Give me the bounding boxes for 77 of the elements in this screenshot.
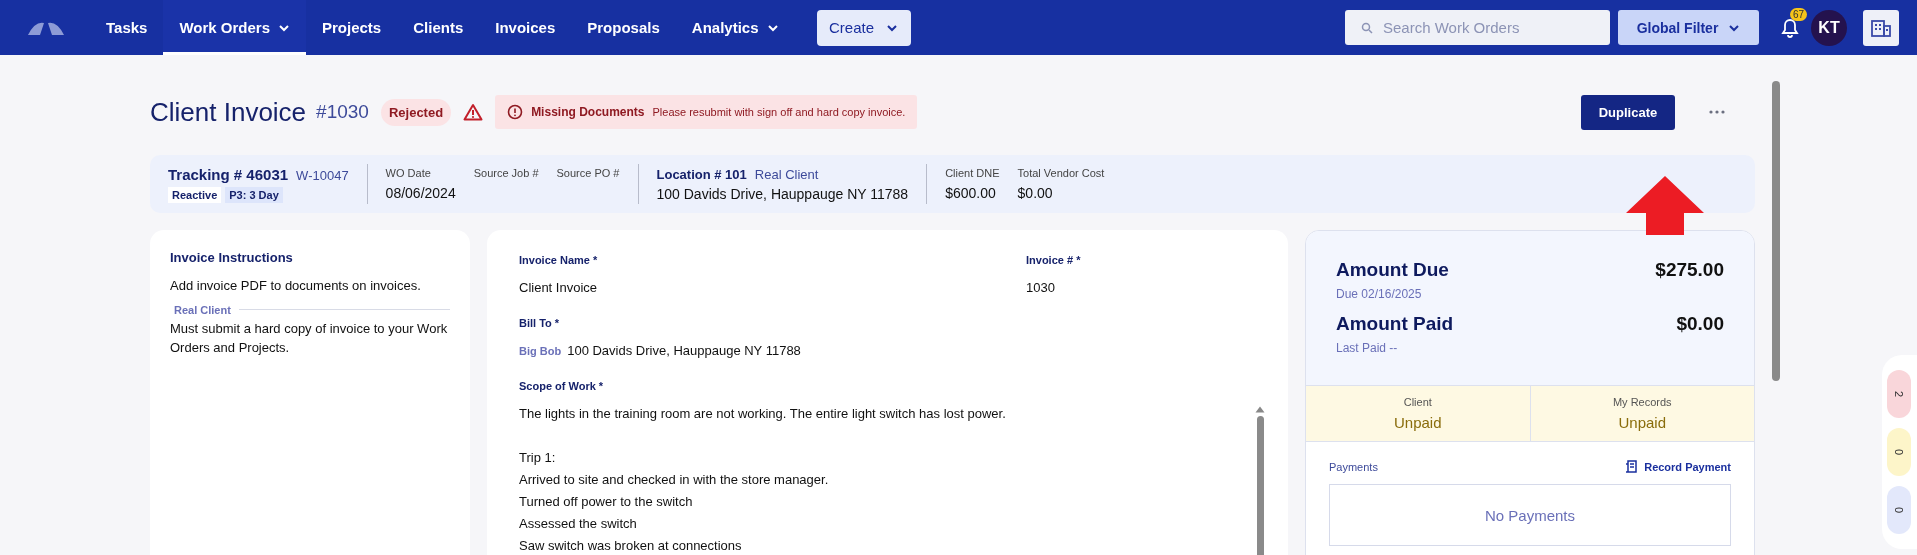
client-link[interactable]: Real Client xyxy=(754,166,819,182)
alert-title: Missing Documents xyxy=(531,105,645,119)
field-label: Source Job # xyxy=(473,167,539,179)
bell-icon xyxy=(1781,17,1799,38)
create-button[interactable]: Create xyxy=(816,9,911,46)
amount-value: $0.00 xyxy=(1676,313,1724,335)
field-value: $0.00 xyxy=(1017,185,1054,201)
status-badge: Rejected xyxy=(380,98,452,126)
status-label: Client xyxy=(1403,396,1432,408)
notification-count: 67 xyxy=(1790,7,1808,21)
tag: P3: 3 Day xyxy=(225,186,283,203)
field-label: Invoice Name * xyxy=(519,254,599,266)
duplicate-button[interactable]: Duplicate xyxy=(1581,94,1675,130)
instruction-text: Add invoice PDF to documents on invoices. xyxy=(170,277,422,295)
global-filter-button[interactable]: Global Filter xyxy=(1618,10,1759,45)
amount-label: Amount Paid xyxy=(1336,313,1454,335)
scope-line: Turned off power to the switch xyxy=(519,494,694,511)
card-title: Invoice Instructions xyxy=(170,250,294,265)
field-value: Client Invoice xyxy=(519,280,599,295)
receipt-icon xyxy=(1625,460,1640,474)
client-label: Real Client xyxy=(174,303,231,316)
warning-icon xyxy=(463,103,484,121)
page-title: Client Invoice xyxy=(150,96,307,128)
scope-line: Arrived to site and checked in with the store manager. xyxy=(519,472,830,489)
chevron-icon xyxy=(1728,23,1741,32)
status-value: Unpaid xyxy=(1393,414,1442,431)
field-label: WO Date xyxy=(385,167,432,179)
empty-payments-box: No Payments xyxy=(1329,484,1731,546)
amount-value: $275.00 xyxy=(1655,259,1724,281)
scroll-up-icon xyxy=(1255,406,1265,413)
nav-tab[interactable]: Tasks xyxy=(90,0,164,55)
field-label: Source PO # xyxy=(556,167,620,179)
search-field[interactable]: Search Work Orders xyxy=(1345,10,1610,45)
counter-badge[interactable]: 0 xyxy=(1887,486,1911,534)
bill-to-address: 100 Davids Drive, Hauppauge NY 11788 xyxy=(567,343,801,358)
chevron-icon xyxy=(886,23,898,32)
nav-tab[interactable]: Proposals xyxy=(571,0,676,55)
tracking-number: Tracking # 46031 xyxy=(168,165,289,183)
alert-message: Please resubmit with sign off and hard copy invoice. xyxy=(652,106,906,118)
amount-date: Last Paid -- xyxy=(1336,341,1399,355)
status-value: Unpaid xyxy=(1618,414,1666,431)
more-icon xyxy=(1709,110,1725,114)
field-value: 08/06/2024 xyxy=(385,185,456,201)
nav-tab[interactable]: Analytics xyxy=(675,0,795,55)
tag: Reactive xyxy=(168,186,222,203)
alert-icon xyxy=(507,104,524,120)
counter-badge[interactable]: 0 xyxy=(1887,428,1911,476)
scope-line: Assessed the switch xyxy=(519,516,638,533)
search-icon xyxy=(1361,22,1373,34)
invoice-number: #1030 xyxy=(316,101,369,123)
field-label: Total Vendor Cost xyxy=(1017,167,1105,179)
nav-tab[interactable]: Projects xyxy=(306,0,398,55)
amount-label: Amount Due xyxy=(1336,259,1449,281)
work-order-link[interactable]: W-10047 xyxy=(296,167,349,183)
record-payment-link[interactable]: Record Payment xyxy=(1625,460,1731,474)
status-label: My Records xyxy=(1612,396,1672,408)
scope-line: The lights in the training room are not working. The entire light switch has lost power. xyxy=(519,406,1007,423)
scope-line: Trip 1: xyxy=(519,450,557,467)
field-label: Client DNE xyxy=(945,167,1000,179)
instruction-text: Must submit a hard copy of invoice to your Work Orders and Projects. xyxy=(170,319,449,357)
field-label: Invoice # * xyxy=(1026,254,1082,266)
location-number: Location # 101 xyxy=(656,166,747,182)
bill-to-name: Big Bob xyxy=(519,345,562,357)
user-avatar[interactable]: KT xyxy=(1811,9,1847,46)
counter-badge[interactable]: 2 xyxy=(1887,370,1911,418)
field-label: Bill To * xyxy=(519,317,561,329)
nav-tab[interactable]: Work Orders xyxy=(163,0,306,55)
field-value: 1030 xyxy=(1026,280,1056,295)
field-value: $600.00 xyxy=(945,185,997,201)
field-label: Scope of Work * xyxy=(519,380,605,392)
amount-date: Due 02/16/2025 xyxy=(1336,287,1423,301)
nav-tab[interactable]: Invoices xyxy=(479,0,572,55)
nav-tab[interactable]: Clients xyxy=(397,0,480,55)
location-address: 100 Davids Drive, Hauppauge NY 11788 xyxy=(656,185,909,202)
building-icon[interactable] xyxy=(1863,9,1899,46)
section-label: Payments xyxy=(1329,461,1378,473)
scope-line: Saw switch was broken at connections xyxy=(519,538,743,555)
